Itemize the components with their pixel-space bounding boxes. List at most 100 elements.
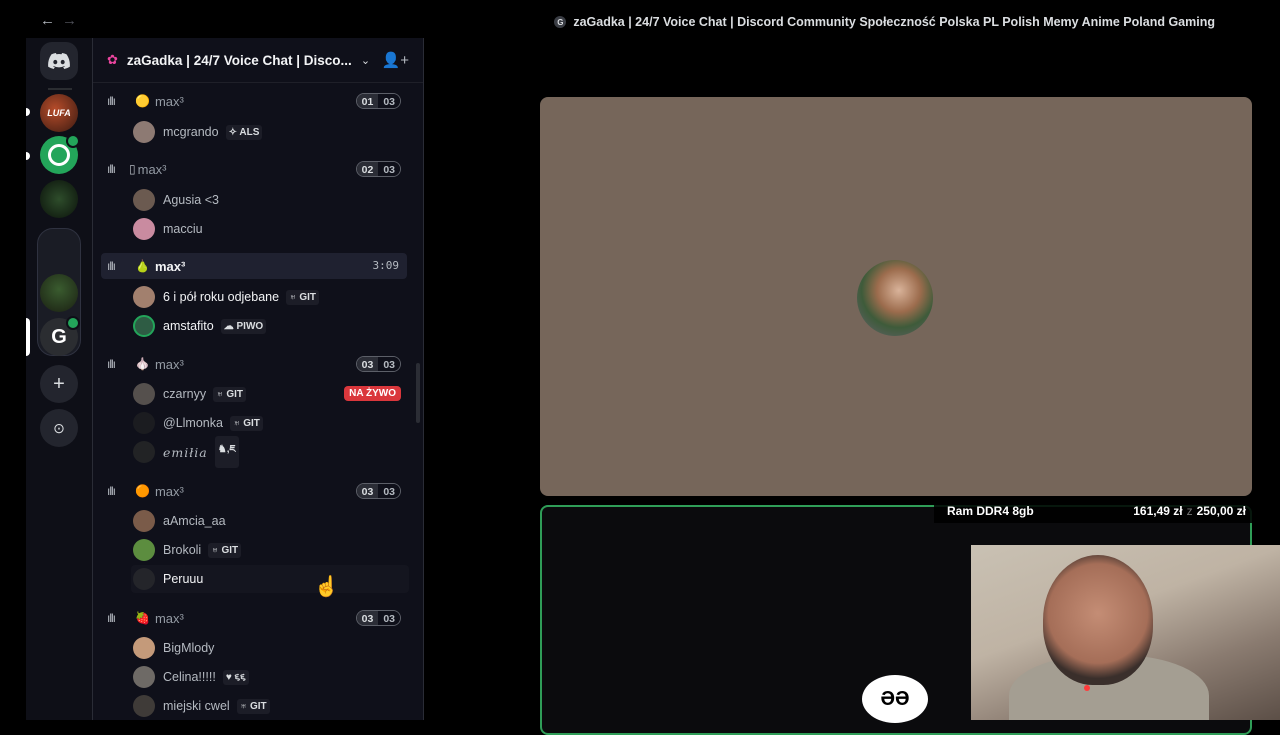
username: macciu [163, 222, 203, 236]
server-folder-item[interactable] [40, 274, 78, 312]
channel-name: max³ [154, 356, 184, 372]
username: mcgrando [163, 125, 219, 139]
channel-emoji-icon: 🟡 [135, 94, 150, 108]
window-edge [0, 0, 26, 720]
voice-user[interactable]: aAmcia_aa [131, 507, 409, 535]
participant-tile[interactable] [540, 97, 1252, 496]
goal-target: 250,00 zł [1196, 504, 1246, 518]
discord-logo-icon [48, 53, 70, 69]
server-favicon-icon: G [554, 16, 567, 28]
server-zagadka[interactable]: G [40, 316, 80, 356]
voice-user[interactable]: 6 i pół roku odjebane ♅ GIT [131, 283, 409, 311]
guild-tag: ♅ GIT [213, 386, 247, 402]
participant-avatar [857, 260, 933, 336]
avatar [133, 189, 155, 211]
server-name: zaGadka | 24/7 Voice Chat | Disco... [126, 52, 352, 68]
discord-home-button[interactable] [40, 42, 78, 80]
channel-emoji-icon: 🟠 [135, 484, 150, 498]
hand-cursor-icon: ☝ [314, 576, 339, 598]
add-server-button[interactable]: + [40, 365, 78, 403]
voice-wave-icon: ıllı [107, 357, 116, 371]
invite-people-icon[interactable]: 👤+ [382, 51, 409, 69]
guild-tag: ♥ ૬૬ [222, 669, 249, 685]
voice-channel[interactable]: ıllı 🧄 max³ 03 03 [101, 351, 407, 377]
guild-tag: ♅ GIT [286, 289, 320, 305]
voice-user[interactable]: miejski cwel ♅ GIT [131, 692, 409, 720]
record-indicator [1084, 685, 1090, 691]
channel-name: max³ [137, 161, 167, 177]
avatar [133, 637, 155, 659]
avatar [133, 121, 155, 143]
webcam-person-head [1043, 555, 1153, 685]
username: Agusia <3 [163, 193, 219, 207]
user-limit-badge: 02 03 [355, 161, 401, 177]
server-lufa[interactable]: LUFA [40, 94, 78, 132]
participant-avatar: ӘӘ [862, 675, 928, 723]
avatar [133, 695, 155, 717]
guild-tag: ♅ GIT [208, 542, 242, 558]
channel-emoji-icon: 🍐 [135, 259, 150, 273]
voice-channel[interactable]: ıllı ▯ max³ 02 03 [101, 156, 407, 182]
voice-stage: ӘӘ Ram DDR4 8gb 161,49 zł z 250,00 zł [424, 38, 1280, 735]
voice-user[interactable]: Brokoli ♅ GIT [131, 536, 409, 564]
server-header[interactable]: ✿ zaGadka | 24/7 Voice Chat | Disco... ⌄… [93, 38, 423, 83]
voice-user[interactable]: mcgrando ✧ ALS [131, 118, 409, 146]
avatar [133, 441, 155, 463]
voice-channel-connected[interactable]: ıllı 🍐 max³ 3:09 [101, 253, 407, 279]
voice-user[interactable]: czarnyy ♅ GIT NA ŻYWO [131, 380, 409, 408]
guild-tag: ♞,ཇ [214, 436, 239, 468]
voice-wave-icon: ıllı [107, 611, 116, 625]
server-rail: LUFA G + ⊙ [26, 38, 92, 720]
explore-icon[interactable]: ⊙ [40, 409, 78, 447]
username: Celina!!!!! [163, 670, 216, 684]
voice-user[interactable]: Celina!!!!! ♥ ૬૬ [131, 663, 409, 691]
voice-wave-icon: ıllı [107, 162, 116, 176]
voice-channel[interactable]: ıllı 🟠 max³ 03 03 [101, 478, 407, 504]
window-title-text: zaGadka | 24/7 Voice Chat | Discord Comm… [573, 15, 1215, 29]
channel-name: max³ [154, 258, 186, 274]
username: BigMlody [163, 641, 215, 655]
scrollbar[interactable] [416, 363, 420, 423]
back-arrow-icon[interactable]: ← [40, 12, 55, 29]
guild-tag: ✧ ALS [225, 124, 263, 140]
username: aAmcia_aa [163, 514, 226, 528]
avatar [133, 286, 155, 308]
speaker-icon [66, 316, 80, 330]
channel-name: max³ [154, 483, 184, 499]
live-badge: NA ŻYWO [344, 386, 401, 401]
username: emiłia [163, 444, 208, 460]
title-bar: ← → G zaGadka | 24/7 Voice Chat | Discor… [26, 0, 1280, 38]
voice-user[interactable]: Peruuu [131, 565, 409, 593]
user-limit-badge: 01 03 [355, 93, 401, 109]
call-timer: 3:09 [372, 259, 400, 272]
username: czarnyy [163, 387, 207, 401]
forward-arrow-icon[interactable]: → [62, 12, 77, 29]
voice-wave-icon: ıllı [107, 259, 116, 273]
voice-user[interactable]: emiłia ♞,ཇ [131, 436, 409, 468]
voice-user[interactable]: @Llmonka ♅ GIT [131, 409, 409, 437]
voice-user[interactable]: amstafito ☁ PIWO [131, 312, 409, 340]
voice-channel[interactable]: ıllı 🟡 max³ 01 03 [101, 88, 407, 114]
voice-user[interactable]: Agusia <3 [131, 186, 409, 214]
avatar [133, 666, 155, 688]
server-dark[interactable] [40, 180, 78, 218]
speaker-icon [66, 134, 80, 148]
username: @Llmonka [163, 416, 223, 430]
voice-channel[interactable]: ıllı 🍓 max³ 03 03 [101, 605, 407, 631]
guild-tag: ♅ GIT [236, 698, 270, 714]
guild-tag: ☁ PIWO [220, 318, 267, 334]
server-badge-icon: ✿ [107, 52, 118, 67]
chevron-down-icon: ⌄ [360, 54, 371, 67]
voice-wave-icon: ıllı [107, 94, 116, 108]
guild-tag: ♅ GIT [229, 415, 263, 431]
username: miejski cwel [163, 699, 230, 713]
server-logo-icon [48, 144, 70, 166]
voice-user[interactable]: macciu [131, 215, 409, 243]
donation-goal-overlay: Ram DDR4 8gb 161,49 zł z 250,00 zł [934, 499, 1256, 523]
username: Peruuu [163, 572, 204, 586]
user-limit-badge: 03 03 [355, 483, 401, 499]
voice-user[interactable]: BigMlody [131, 634, 409, 662]
goal-progress: 161,49 zł z 250,00 zł [1133, 504, 1246, 518]
window-title: G zaGadka | 24/7 Voice Chat | Discord Co… [554, 15, 1215, 29]
server-green-voice[interactable] [40, 134, 80, 174]
